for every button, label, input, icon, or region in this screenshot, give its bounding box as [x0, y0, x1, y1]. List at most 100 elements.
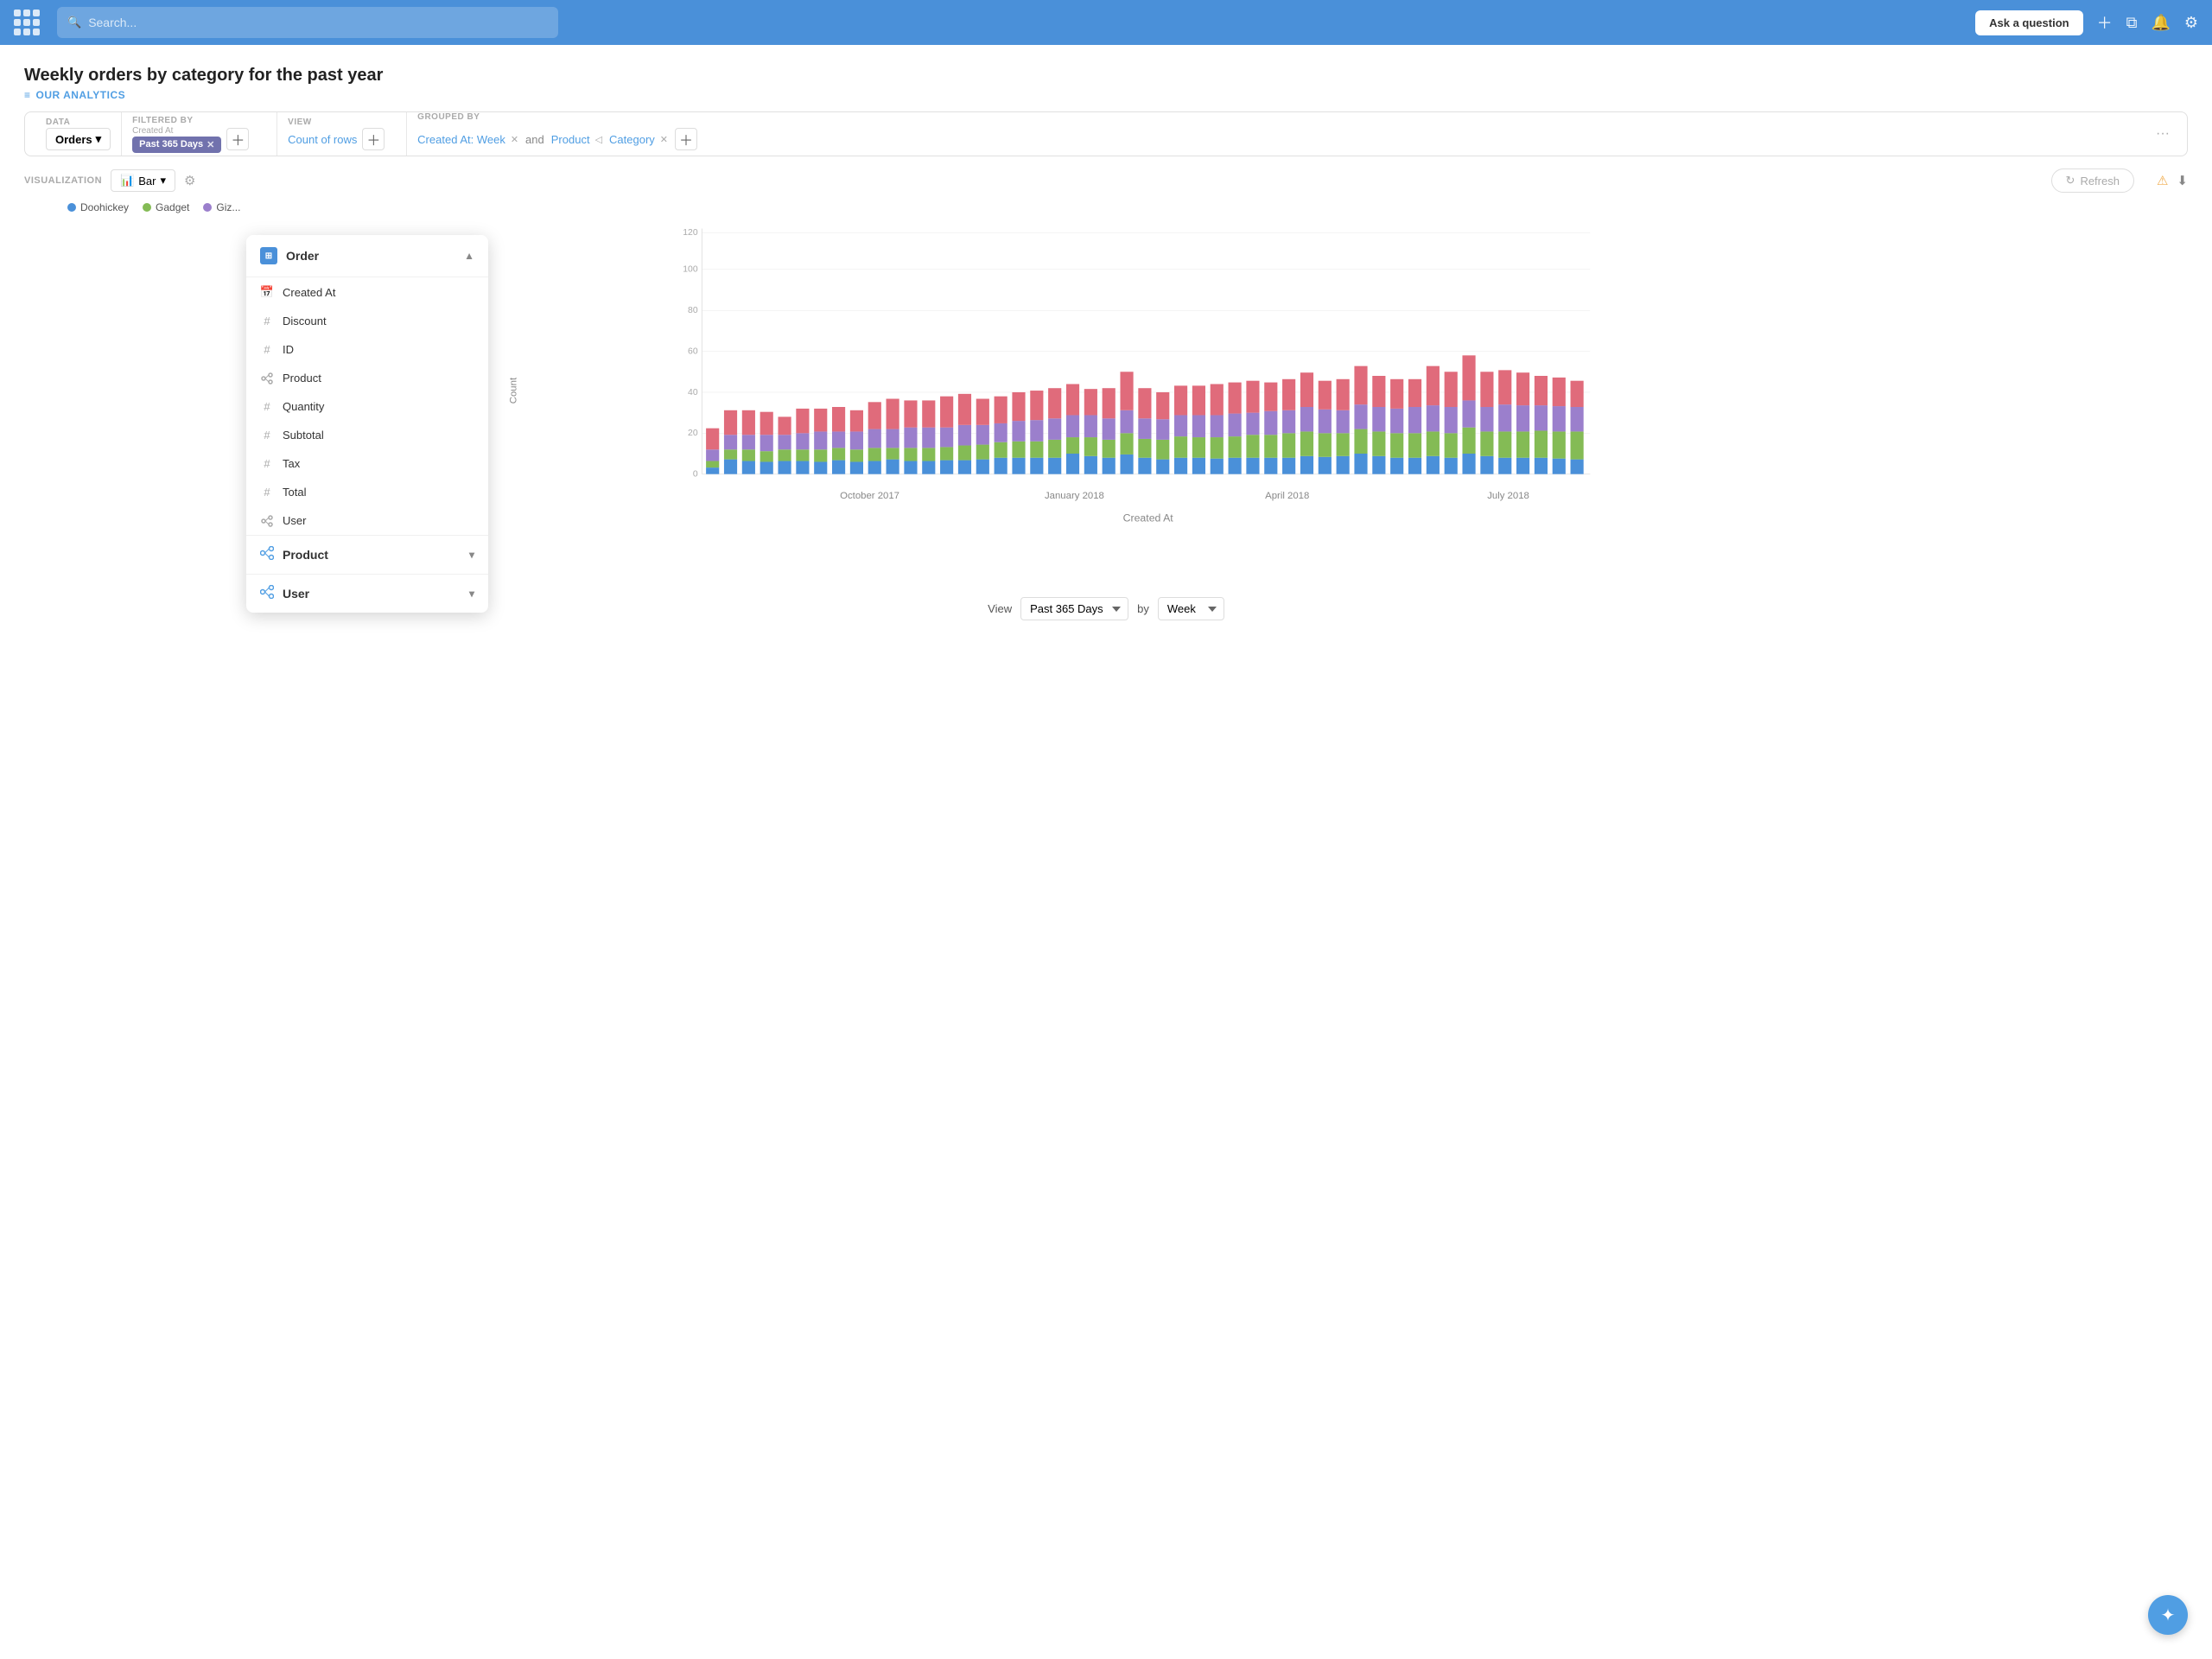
svg-text:April 2018: April 2018 — [1265, 491, 1309, 501]
view-label: VIEW — [288, 118, 396, 127]
product-section-left: Product — [260, 546, 328, 563]
filter-field-label: Created At — [132, 126, 221, 136]
svg-text:Created At: Created At — [1123, 512, 1174, 524]
chart-legend: Doohickey Gadget Giz... — [24, 201, 2188, 213]
legend-dot-gizmo — [203, 203, 212, 212]
subtitle: ≡ OUR ANALYTICS — [24, 89, 2188, 101]
order-label: Order — [286, 249, 319, 263]
search-input[interactable] — [88, 16, 548, 29]
order-section-header[interactable]: ⊞ Order ▲ — [246, 235, 488, 277]
data-label: DATA — [46, 118, 111, 127]
group1-close[interactable]: ✕ — [511, 134, 518, 145]
field-discount[interactable]: # Discount — [246, 307, 488, 335]
filter-close[interactable]: ✕ — [207, 139, 214, 150]
app-logo[interactable] — [14, 10, 40, 35]
svg-text:October 2017: October 2017 — [840, 491, 899, 501]
compass-icon: ✦ — [2161, 1605, 2176, 1626]
fab-button[interactable]: ✦ — [2148, 1595, 2188, 1635]
svg-text:100: 100 — [683, 265, 698, 275]
hash-icon-total: # — [260, 486, 274, 499]
dropdown-chevron: ▾ — [96, 132, 102, 146]
svg-text:120: 120 — [683, 228, 698, 238]
filter-content: Created At Past 365 Days ✕ ＋ — [132, 126, 266, 153]
query-bar: DATA Orders ▾ FILTERED BY Created At Pas… — [24, 111, 2188, 156]
ask-question-button[interactable]: Ask a question — [1975, 10, 2082, 35]
field-id[interactable]: # ID — [246, 335, 488, 364]
branch-icon-user — [260, 515, 274, 527]
svg-text:80: 80 — [688, 306, 698, 315]
plus-icon[interactable]: ＋ — [2097, 11, 2113, 34]
group3-close[interactable]: ✕ — [660, 134, 668, 145]
viz-bar: VISUALIZATION 📊 Bar ▾ ⚙ ↻ Refresh ⚠ ⬇ — [24, 168, 2188, 193]
share-icon-product — [260, 546, 274, 563]
field-quantity[interactable]: # Quantity — [246, 392, 488, 421]
user-chevron: ▾ — [469, 588, 474, 600]
group-category[interactable]: Category ✕ — [609, 133, 668, 146]
viz-chevron: ▾ — [160, 174, 166, 188]
topnav-right: Ask a question ＋ ⧉ 🔔 ⚙ — [1975, 10, 2198, 35]
download-icon[interactable]: ⬇ — [2177, 173, 2188, 188]
calendar-icon: 📅 — [260, 285, 274, 299]
field-user[interactable]: User — [246, 506, 488, 535]
user-section-left: User — [260, 585, 309, 602]
hash-icon-discount: # — [260, 315, 274, 327]
group-product[interactable]: Product ◁ — [551, 133, 602, 146]
top-navigation: 🔍 Ask a question ＋ ⧉ 🔔 ⚙ — [0, 0, 2212, 45]
view-section: VIEW Count of rows ＋ — [277, 112, 407, 156]
product-chevron: ▾ — [469, 549, 474, 561]
order-header-left: ⊞ Order — [260, 247, 319, 264]
hash-icon-id: # — [260, 343, 274, 356]
week-select[interactable]: Week Day Month — [1158, 597, 1224, 620]
view-label: View — [988, 602, 1012, 615]
product-section-label: Product — [283, 548, 328, 562]
bookmark-icon[interactable]: ⧉ — [2126, 14, 2138, 32]
group2-arrow: ◁ — [595, 134, 602, 145]
period-select[interactable]: Past 365 Days Past 30 Days Past 7 Days — [1020, 597, 1128, 620]
filter-tag[interactable]: Past 365 Days ✕ — [132, 137, 221, 153]
hash-icon-tax: # — [260, 457, 274, 470]
legend-dot-gadget — [143, 203, 151, 212]
viz-settings-icon[interactable]: ⚙ — [184, 173, 195, 188]
and-separator: and — [525, 133, 544, 146]
filter-section: FILTERED BY Created At Past 365 Days ✕ ＋ — [122, 112, 277, 156]
field-dropdown: ⊞ Order ▲ 📅 Created At # Discount # ID — [246, 235, 488, 613]
notification-icon[interactable]: 🔔 — [2151, 14, 2170, 32]
user-section-header[interactable]: User ▾ — [246, 574, 488, 613]
search-icon: 🔍 — [67, 16, 81, 29]
add-metric-button[interactable]: ＋ — [362, 128, 385, 150]
legend-item-gizmo: Giz... — [203, 201, 240, 213]
search-bar[interactable]: 🔍 — [57, 7, 558, 38]
warning-icon: ⚠ — [2157, 173, 2168, 188]
add-group-button[interactable]: ＋ — [675, 128, 697, 150]
table-icon: ⊞ — [260, 247, 277, 264]
svg-text:July 2018: July 2018 — [1487, 491, 1529, 501]
svg-text:20: 20 — [688, 429, 698, 438]
hash-icon-quantity: # — [260, 400, 274, 413]
viz-type-button[interactable]: 📊 Bar ▾ — [111, 169, 175, 192]
field-subtotal[interactable]: # Subtotal — [246, 421, 488, 449]
more-options-button[interactable]: ··· — [2149, 126, 2177, 142]
user-section-label: User — [283, 587, 309, 601]
svg-text:40: 40 — [688, 388, 698, 397]
legend-item-doohickey: Doohickey — [67, 201, 129, 213]
svg-text:60: 60 — [688, 346, 698, 356]
field-total[interactable]: # Total — [246, 478, 488, 506]
view-metric[interactable]: Count of rows — [288, 133, 357, 146]
field-created-at[interactable]: 📅 Created At — [246, 277, 488, 307]
hash-icon-subtotal: # — [260, 429, 274, 442]
share-icon-user — [260, 585, 274, 602]
field-tax[interactable]: # Tax — [246, 449, 488, 478]
svg-text:0: 0 — [693, 470, 698, 480]
orders-button[interactable]: Orders ▾ — [46, 128, 111, 150]
grouped-section: GROUPED BY Created At: Week ✕ and Produc… — [407, 112, 2149, 156]
refresh-button[interactable]: ↻ Refresh — [2051, 168, 2134, 193]
filter-label: FILTERED BY — [132, 116, 266, 125]
legend-item-gadget: Gadget — [143, 201, 189, 213]
settings-icon[interactable]: ⚙ — [2184, 14, 2198, 32]
add-filter-button[interactable]: ＋ — [226, 128, 249, 150]
field-product[interactable]: Product — [246, 364, 488, 392]
legend-dot-doohickey — [67, 203, 76, 212]
group-created-at[interactable]: Created At: Week ✕ — [417, 133, 518, 146]
product-section-header[interactable]: Product ▾ — [246, 535, 488, 574]
data-section: DATA Orders ▾ — [35, 112, 122, 156]
